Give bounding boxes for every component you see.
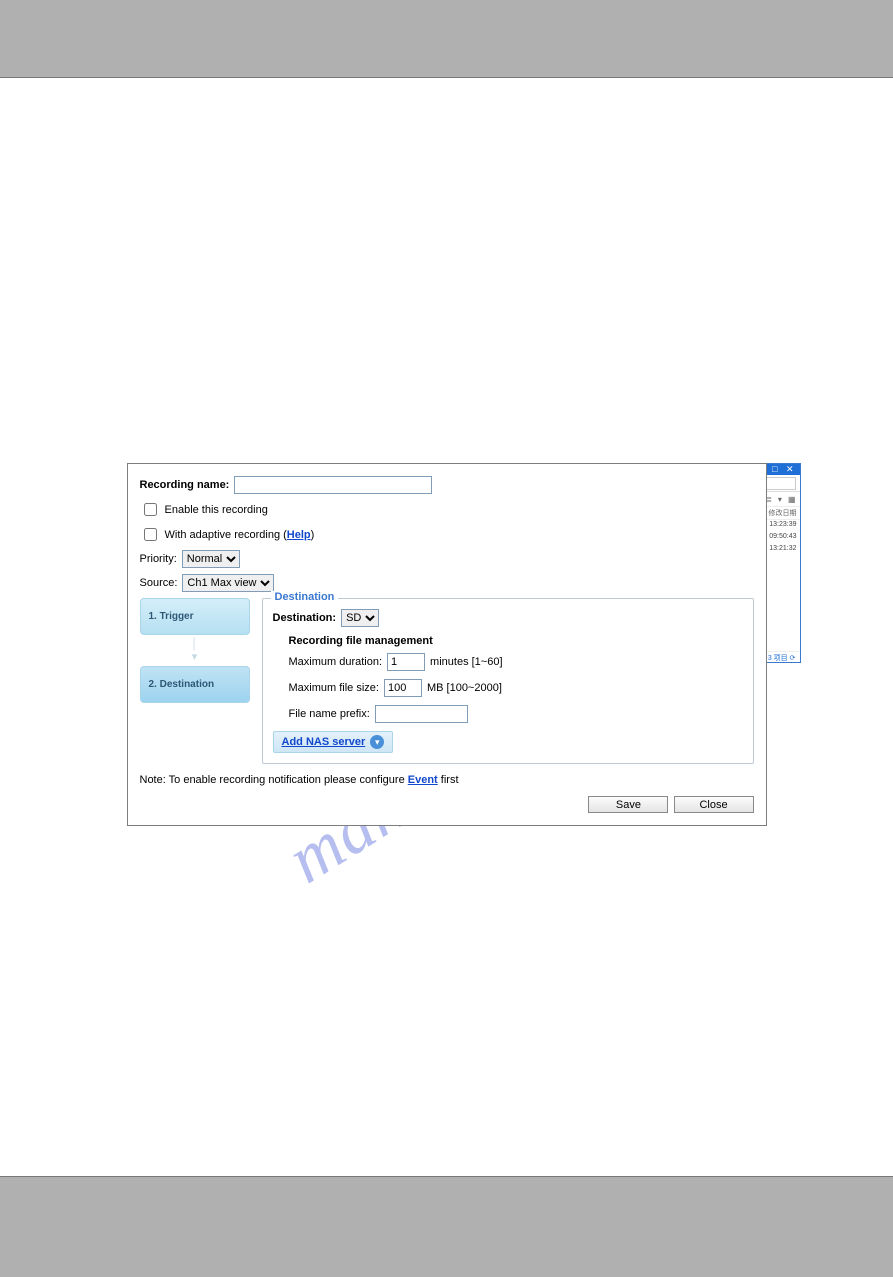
filename-prefix-label: File name prefix: (289, 708, 370, 720)
recording-name-label: Recording name: (140, 479, 230, 491)
header-bar (0, 0, 893, 77)
destination-fieldset: Destination Destination: SD Recording fi… (262, 598, 754, 764)
add-nas-label: Add NAS server (282, 736, 366, 748)
enable-recording-checkbox[interactable] (144, 503, 157, 516)
adaptive-recording-label: With adaptive recording (Help) (165, 529, 315, 541)
filename-prefix-input[interactable] (375, 705, 468, 723)
step-trigger[interactable]: 1. Trigger (140, 598, 250, 635)
max-duration-input[interactable] (387, 653, 425, 671)
priority-select[interactable]: Normal (182, 550, 240, 568)
priority-label: Priority: (140, 553, 177, 565)
adaptive-recording-checkbox[interactable] (144, 528, 157, 541)
recording-settings-panel: Recording name: Enable this recording Wi… (127, 463, 767, 826)
destination-select[interactable]: SD (341, 609, 379, 627)
chevron-down-icon: ▾ (370, 735, 384, 749)
recording-name-input[interactable] (234, 476, 432, 494)
max-duration-label: Maximum duration: (289, 656, 383, 668)
max-filesize-label: Maximum file size: (289, 682, 379, 694)
max-filesize-suffix: MB [100~2000] (427, 682, 502, 694)
source-select[interactable]: Ch1 Max view (182, 574, 274, 592)
destination-legend: Destination (271, 591, 339, 603)
event-link[interactable]: Event (408, 774, 438, 786)
note-text: Note: To enable recording notification p… (140, 774, 754, 786)
source-label: Source: (140, 577, 178, 589)
wizard-steps: 1. Trigger │▾ 2. Destination (140, 598, 250, 764)
enable-recording-label: Enable this recording (165, 504, 268, 516)
save-button[interactable]: Save (588, 796, 668, 813)
footer-bar (0, 1177, 893, 1277)
step-destination[interactable]: 2. Destination (140, 666, 250, 703)
step-arrow-icon: │▾ (140, 638, 250, 663)
rfm-heading: Recording file management (289, 635, 743, 647)
help-link[interactable]: Help (287, 529, 311, 541)
fs-view-grid-icon[interactable]: ▦ (788, 495, 796, 504)
fs-view-sort-icon[interactable]: ▾ (778, 495, 782, 504)
destination-label: Destination: (273, 612, 337, 624)
close-button[interactable]: Close (674, 796, 754, 813)
add-nas-button[interactable]: Add NAS server ▾ (273, 731, 394, 753)
max-duration-suffix: minutes [1~60] (430, 656, 502, 668)
max-filesize-input[interactable] (384, 679, 422, 697)
